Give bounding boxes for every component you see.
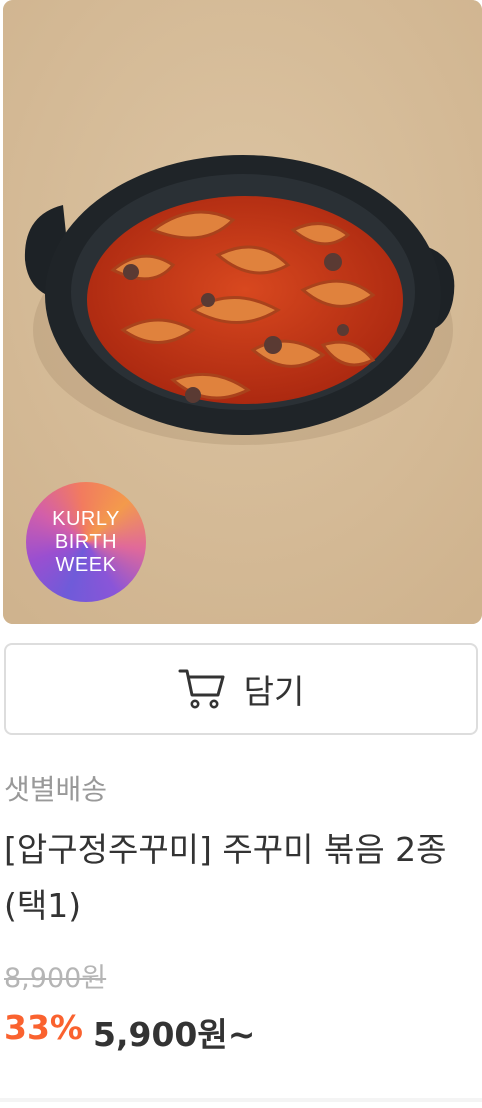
badge-line-1: KURLY [52, 507, 120, 530]
original-price: 8,900원 [4, 963, 107, 994]
sale-price: 5,900원~ [93, 1015, 256, 1054]
price-row: 33% 5,900원~ [4, 1008, 255, 1056]
badge-line-2: BIRTH [54, 530, 118, 553]
product-image[interactable]: KURLY BIRTH WEEK [3, 0, 482, 624]
product-title[interactable]: [압구정주꾸미] 주꾸미 볶음 2종 (택1) [4, 822, 474, 934]
kurly-birth-week-badge: KURLY BIRTH WEEK [26, 482, 146, 602]
cart-button-label: 담기 [243, 672, 305, 711]
badge-line-3: WEEK [55, 553, 117, 576]
divider [0, 1098, 482, 1102]
discount-rate: 33% [4, 1008, 83, 1047]
product-card[interactable]: KURLY BIRTH WEEK 담기 샛별배송 [압구정주꾸미] 주꾸미 볶음… [0, 0, 482, 1108]
delivery-type: 샛별배송 [4, 773, 108, 806]
add-to-cart-button[interactable]: 담기 [4, 643, 478, 735]
cart-icon [178, 669, 225, 709]
